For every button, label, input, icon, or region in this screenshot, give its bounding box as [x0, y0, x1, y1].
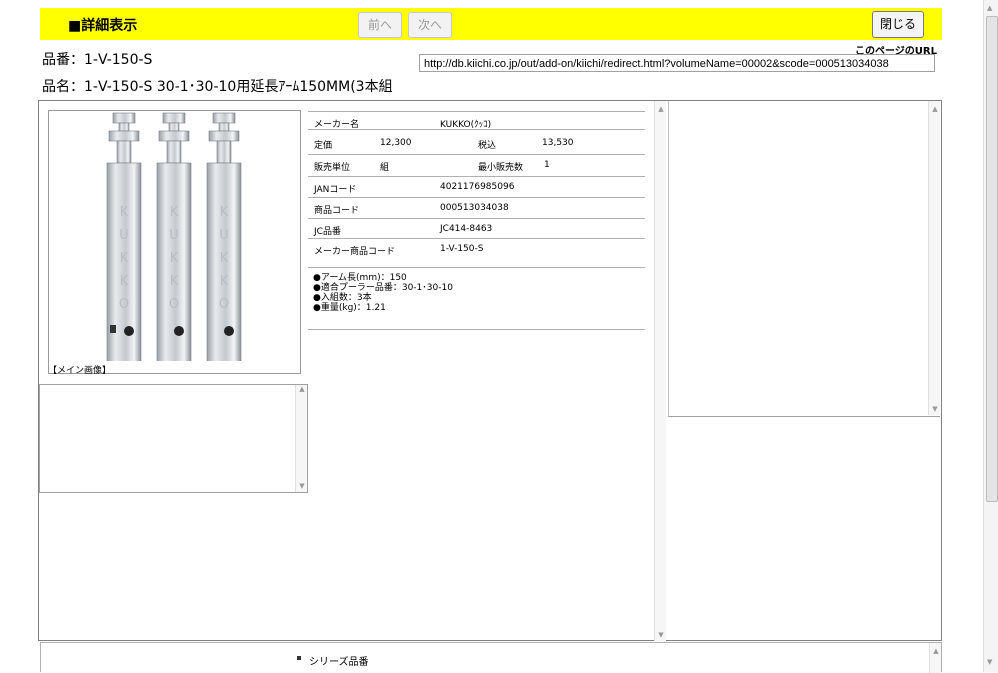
- series-panel-scrollbar[interactable]: ▲: [929, 643, 941, 673]
- svg-text:K: K: [170, 251, 179, 266]
- svg-text:K: K: [220, 251, 229, 266]
- image-caption: 【メイン画像】: [48, 366, 112, 376]
- scroll-down-icon[interactable]: ▼: [655, 631, 667, 639]
- sales-unit-label: 販売単位: [314, 163, 351, 173]
- main-image-frame: KUKKO KUKKO KUKKO: [48, 110, 301, 374]
- min-qty-label: 最小販売数: [478, 163, 524, 173]
- svg-text:K: K: [120, 251, 129, 266]
- svg-text:K: K: [120, 205, 129, 220]
- svg-text:K: K: [220, 274, 229, 289]
- svg-text:O: O: [219, 297, 229, 312]
- spec-row-maker: メーカー名 KUKKO(ｸｯｺ): [308, 111, 645, 130]
- sales-unit-value: 組: [380, 163, 390, 173]
- scroll-up-icon[interactable]: ▲: [987, 4, 992, 12]
- product-code-value: 000513034038: [440, 203, 509, 213]
- product-code-label: 商品コード: [314, 206, 360, 216]
- scroll-down-icon[interactable]: ▼: [929, 405, 941, 413]
- svg-text:U: U: [219, 228, 229, 243]
- maker-code-value: 1-V-150-S: [440, 244, 484, 254]
- product-image: KUKKO KUKKO KUKKO: [106, 112, 242, 361]
- related-panel-scrollbar[interactable]: ▲ ▼: [928, 101, 940, 415]
- scroll-up-icon[interactable]: ▲: [930, 647, 942, 655]
- spec-row-price: 定価 12,300 税込 13,530: [308, 133, 645, 155]
- detail-scrollbar[interactable]: ▲ ▼: [654, 101, 666, 641]
- header-bar: [40, 8, 942, 40]
- svg-text:K: K: [120, 274, 129, 289]
- next-button[interactable]: 次へ: [408, 12, 452, 38]
- jc-value: JC414-8463: [440, 224, 493, 234]
- spec-row-product-code: 商品コード 000513034038: [308, 198, 645, 219]
- bullet-icon: [297, 656, 301, 660]
- maker-code-label: メーカー商品コード: [314, 247, 396, 257]
- scroll-up-icon[interactable]: ▲: [655, 105, 667, 113]
- svg-text:K: K: [220, 205, 229, 220]
- scroll-up-icon[interactable]: ▲: [296, 385, 308, 393]
- page-title: ■詳細表示: [68, 18, 138, 34]
- spec-row-maker-code: メーカー商品コード 1-V-150-S: [308, 239, 645, 268]
- sub-panel-scrollbar[interactable]: ▲ ▼: [295, 385, 307, 492]
- page-url-field[interactable]: http://db.kiichi.co.jp/out/add-on/kiichi…: [419, 54, 935, 72]
- tax-incl-value: 13,530: [542, 138, 574, 148]
- jc-label: JC品番: [314, 227, 341, 237]
- feature-item: ●重量(kg)：1.21: [313, 303, 386, 313]
- scroll-up-icon[interactable]: ▲: [929, 105, 941, 113]
- sub-image-panel: ▲ ▼: [39, 384, 308, 493]
- part-number: 品番：1-V-150-S: [42, 52, 153, 68]
- feature-list: ●アーム長(mm)：150 ●適合プーラー品番：30-1･30-10 ●入組数：…: [308, 268, 645, 330]
- spec-row-unit: 販売単位 組 最小販売数 1: [308, 155, 645, 177]
- jan-value: 4021176985096: [440, 182, 515, 192]
- feature-item: ●アーム長(mm)：150: [313, 273, 407, 283]
- scroll-down-icon[interactable]: ▼: [296, 482, 308, 490]
- prev-button[interactable]: 前へ: [358, 12, 402, 38]
- maker-label: メーカー名: [314, 120, 360, 130]
- tax-incl-label: 税込: [478, 141, 497, 151]
- svg-text:O: O: [169, 297, 179, 312]
- close-button[interactable]: 閉じる: [872, 11, 924, 38]
- list-price-value: 12,300: [380, 138, 412, 148]
- feature-item: ●適合プーラー品番：30-1･30-10: [313, 283, 453, 293]
- list-price-label: 定価: [314, 141, 333, 151]
- series-panel: シリーズ品番 ▲: [40, 642, 942, 673]
- svg-text:U: U: [169, 228, 179, 243]
- maker-value: KUKKO(ｸｯｺ): [440, 120, 492, 130]
- page-scrollbar[interactable]: ▲ ▼: [983, 0, 998, 672]
- jan-label: JANコード: [314, 185, 357, 195]
- svg-text:O: O: [119, 297, 129, 312]
- series-label: シリーズ品番: [309, 657, 369, 668]
- feature-item: ●入組数：3本: [313, 293, 372, 303]
- page-scrollbar-thumb[interactable]: [986, 16, 998, 502]
- svg-text:U: U: [119, 228, 129, 243]
- svg-text:K: K: [170, 274, 179, 289]
- related-panel: ▲ ▼: [668, 101, 940, 417]
- spec-row-jc: JC品番 JC414-8463: [308, 219, 645, 239]
- svg-text:K: K: [170, 205, 179, 220]
- part-name: 品名：1-V-150-S 30-1･30-10用延長ｱｰﾑ150MM(3本組: [42, 79, 393, 95]
- min-qty-value: 1: [544, 160, 550, 170]
- spec-row-jan: JANコード 4021176985096: [308, 177, 645, 198]
- scroll-down-icon[interactable]: ▼: [987, 658, 992, 666]
